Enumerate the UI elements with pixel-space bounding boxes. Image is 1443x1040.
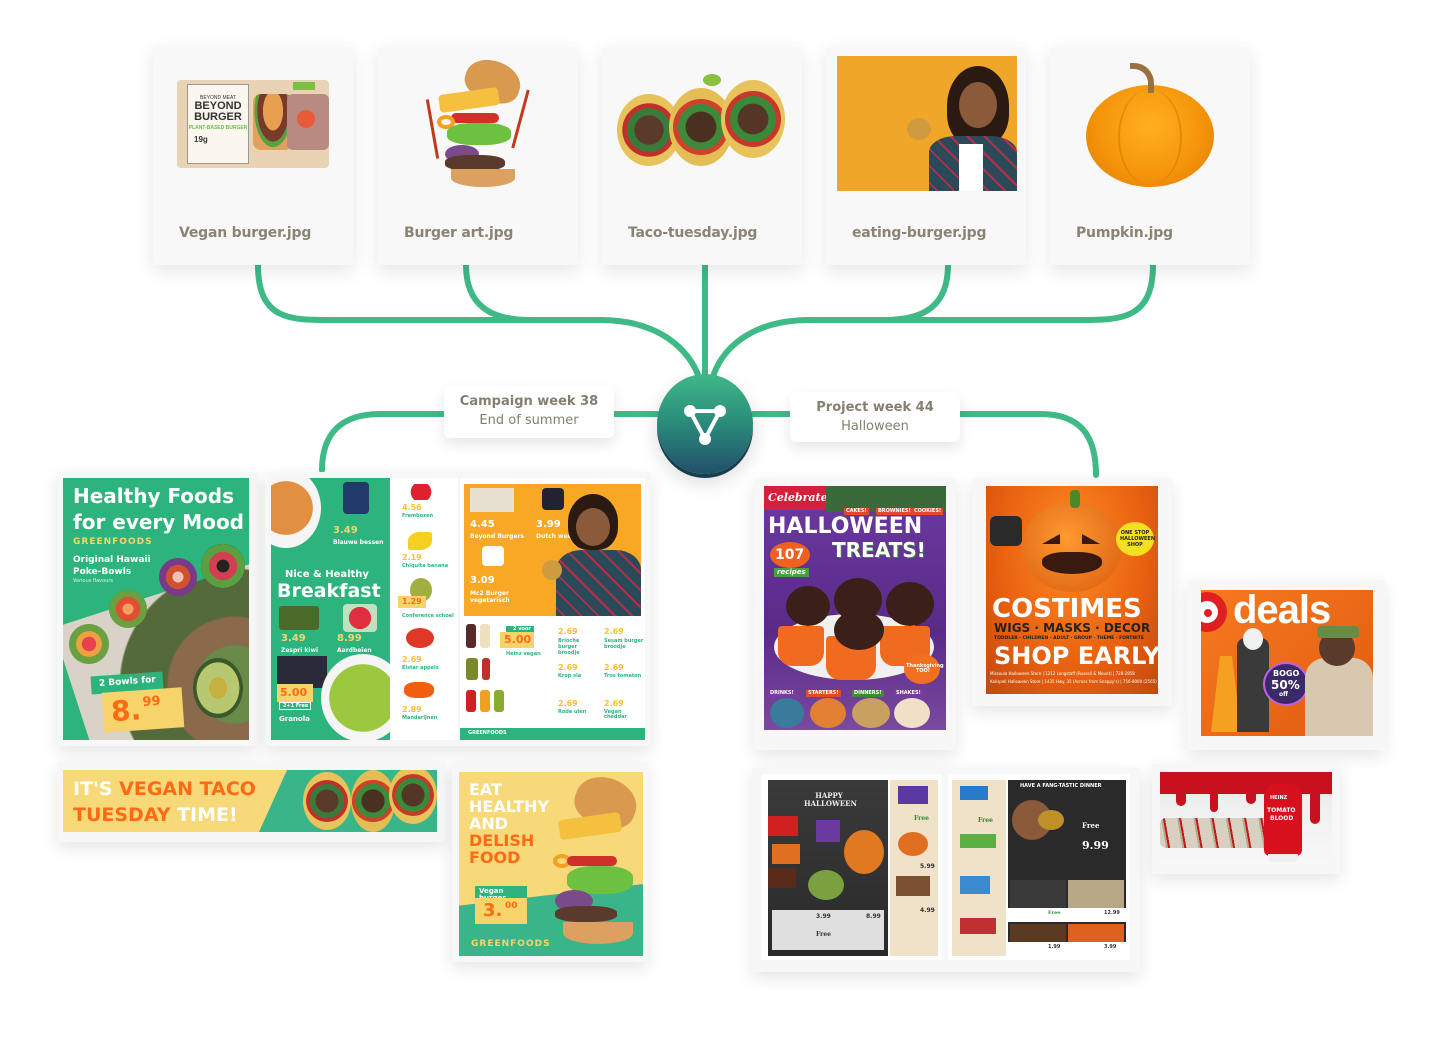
asset-card-eating-burger[interactable]: eating-burger.jpg bbox=[826, 47, 1026, 265]
burger-art-thumbnail bbox=[390, 57, 566, 191]
network-triangle-icon bbox=[684, 405, 726, 445]
asset-card-burger-art[interactable]: Burger art.jpg bbox=[378, 47, 578, 265]
heinz-artwork: HEINZ TOMATO BLOOD bbox=[1160, 772, 1332, 866]
vegan-burger-thumbnail: BEYOND MEAT BEYOND BURGER PLANT-BASED BU… bbox=[165, 57, 341, 191]
taco-thumbnail bbox=[614, 57, 790, 191]
project-subtitle: Halloween bbox=[841, 419, 909, 434]
hub-node[interactable] bbox=[657, 374, 753, 474]
price-tag: 3. 00 bbox=[475, 898, 527, 924]
asset-card-pumpkin[interactable]: Pumpkin.jpg bbox=[1050, 47, 1250, 265]
connector-asset-2 bbox=[463, 262, 533, 323]
grocery-page-right: Free HAVE A FANG-TASTIC DINNER Free 9.99… bbox=[948, 774, 1130, 960]
project-title: Project week 44 bbox=[816, 400, 934, 415]
output-taco-banner[interactable]: IT'S VEGAN TACO TUESDAY TIME! bbox=[57, 762, 445, 842]
connector-asset-1 bbox=[255, 262, 703, 383]
price-tag: 8. 99 bbox=[101, 687, 185, 733]
project-subtitle: End of summer bbox=[479, 413, 579, 428]
eating-burger-thumbnail bbox=[837, 56, 1017, 191]
connector-asset-5 bbox=[709, 262, 1156, 383]
magazine-cover: Celebrate! CAKES! BROWNIES! COOKIES! HAL… bbox=[764, 486, 946, 730]
output-heinz-ad[interactable]: HEINZ TOMATO BLOOD bbox=[1152, 764, 1340, 874]
output-poke-poster[interactable]: Healthy Foods for every Mood GREENFOODS … bbox=[57, 472, 257, 746]
deals-artwork: deals BOGO 50% off bbox=[1201, 590, 1373, 736]
grocery-page-left: HAPPY HALLOWEEN 3.99 8.99 Free Free 5.99… bbox=[762, 774, 942, 960]
connector-asset-4 bbox=[882, 262, 951, 323]
price-tag: 5.00 bbox=[277, 684, 313, 702]
taco-banner-artwork: IT'S VEGAN TACO TUESDAY TIME! bbox=[63, 770, 437, 832]
poke-poster-artwork: Healthy Foods for every Mood GREENFOODS … bbox=[63, 478, 249, 740]
project-label-project-week-44[interactable]: Project week 44 Halloween bbox=[790, 392, 960, 442]
output-deals-ad[interactable]: deals BOGO 50% off bbox=[1187, 580, 1385, 750]
output-grocery-spread[interactable]: HAPPY HALLOWEEN 3.99 8.99 Free Free 5.99… bbox=[752, 768, 1140, 972]
asset-card-taco-tuesday[interactable]: Taco-tuesday.jpg bbox=[602, 47, 802, 265]
asset-name: Pumpkin.jpg bbox=[1076, 225, 1173, 241]
asset-card-vegan-burger[interactable]: BEYOND MEAT BEYOND BURGER PLANT-BASED BU… bbox=[153, 47, 353, 265]
project-label-campaign-week-38[interactable]: Campaign week 38 End of summer bbox=[444, 386, 614, 438]
breakfast-page: 3.49 Blauwe bessen Nice & Healthy Breakf… bbox=[271, 478, 390, 740]
asset-name: Taco-tuesday.jpg bbox=[628, 225, 758, 241]
fruit-column: 4.56 Frambozen 2.19 Chiquita banana 1.29… bbox=[390, 478, 458, 740]
asset-name: eating-burger.jpg bbox=[852, 225, 987, 241]
burger-page: 4.45 Beyond Burgers 3.99 Dutch weedburge… bbox=[460, 478, 645, 740]
output-folder-spread[interactable]: 3.49 Blauwe bessen Nice & Healthy Breakf… bbox=[265, 472, 651, 746]
greenfoods-logo: GREENFOODS bbox=[73, 537, 153, 547]
burger-ad-artwork: EAT HEALTHY AND DELISH FOOD Vegan burger… bbox=[459, 772, 643, 956]
asset-name: Vegan burger.jpg bbox=[179, 225, 312, 241]
output-halloween-magazine[interactable]: Celebrate! CAKES! BROWNIES! COOKIES! HAL… bbox=[754, 478, 956, 750]
greenfoods-logo: GREENFOODS bbox=[471, 939, 551, 949]
project-title: Campaign week 38 bbox=[459, 394, 599, 409]
costumes-flyer-artwork: ONE STOP HALLOWEEN SHOP COSTIMES WIGS · … bbox=[986, 486, 1158, 694]
output-burger-ad[interactable]: EAT HEALTHY AND DELISH FOOD Vegan burger… bbox=[452, 762, 648, 962]
pumpkin-thumbnail bbox=[1062, 57, 1238, 191]
output-costumes-flyer[interactable]: ONE STOP HALLOWEEN SHOP COSTIMES WIGS · … bbox=[972, 478, 1172, 706]
asset-name: Burger art.jpg bbox=[404, 225, 514, 241]
